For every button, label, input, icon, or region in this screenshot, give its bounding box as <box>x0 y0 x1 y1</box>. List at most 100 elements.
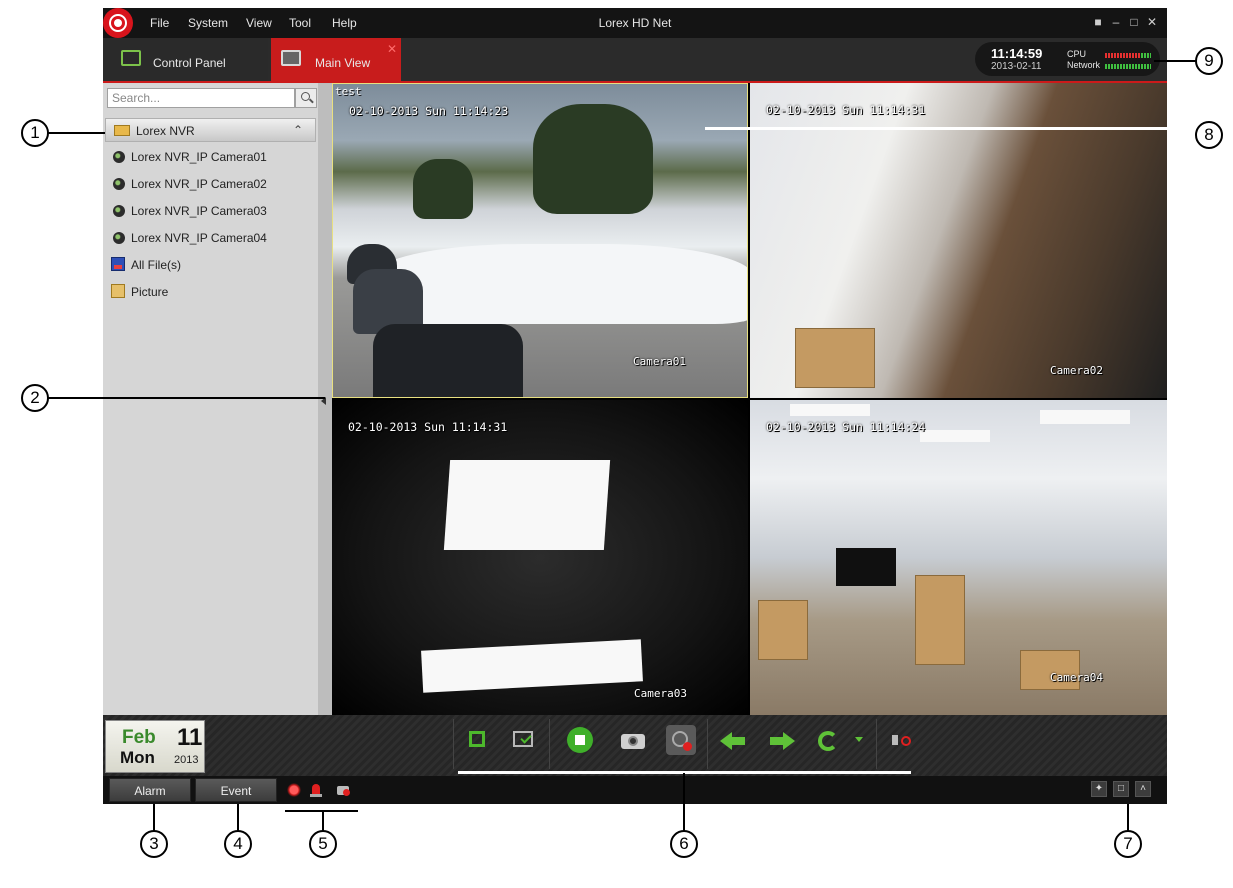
tile-timestamp: 02-10-2013 Sun 11:14:31 <box>348 420 508 434</box>
camera-icon <box>113 151 125 163</box>
camera-item-label: Lorex NVR_IP Camera01 <box>131 150 267 164</box>
callout-7: 7 <box>1114 830 1142 858</box>
camera-icon <box>113 178 125 190</box>
picture-item[interactable]: Picture <box>103 281 316 303</box>
video-tile-camera02[interactable]: 02-10-2013 Sun 11:14:31 Camera02 <box>750 83 1167 398</box>
callout-line <box>237 804 239 832</box>
snow-bank <box>373 244 747 324</box>
camera-item[interactable]: Lorex NVR_IP Camera02 <box>103 173 316 195</box>
cardboard-box <box>795 328 875 388</box>
tile-camera-name: Camera04 <box>1050 671 1103 684</box>
date-weekday: Mon <box>120 748 155 767</box>
search-icon[interactable] <box>295 88 317 108</box>
tab-bar: Control Panel Main View ✕ 11:14:59 2013-… <box>103 38 1167 83</box>
camera-item[interactable]: Lorex NVR_IP Camera03 <box>103 200 316 222</box>
date-widget[interactable]: Feb 11 Mon 2013 <box>105 720 205 773</box>
tab-control-panel-label: Control Panel <box>153 56 226 70</box>
tree-shape <box>413 159 473 219</box>
callout-line <box>47 397 325 399</box>
menu-view[interactable]: View <box>246 16 272 30</box>
cpu-meter <box>1105 53 1151 58</box>
control-panel-icon <box>121 50 141 66</box>
alarm-event-icon[interactable] <box>287 783 301 797</box>
callout-3: 3 <box>140 830 168 858</box>
title-bar: File System View Tool Help Lorex HD Net … <box>103 8 1167 38</box>
ceiling-light <box>790 404 870 416</box>
camera-icon <box>113 232 125 244</box>
capture-icon[interactable] <box>618 725 648 755</box>
tile-camera-name: Camera03 <box>634 687 687 700</box>
fullscreen-icon[interactable] <box>463 725 493 755</box>
pin-icon[interactable]: ✦ <box>1091 781 1107 797</box>
device-group-header[interactable]: Lorex NVR ⌃ <box>105 118 316 142</box>
chevron-down-icon[interactable] <box>855 737 863 742</box>
callout-line <box>1154 60 1197 62</box>
toolbar-divider <box>453 719 454 769</box>
cardboard-box <box>915 575 965 665</box>
maximize-icon[interactable]: □ <box>1127 15 1141 29</box>
previous-page-icon[interactable] <box>718 725 748 755</box>
menu-tool[interactable]: Tool <box>289 16 311 30</box>
callout-line <box>322 810 324 832</box>
tile-tag: test <box>335 85 362 98</box>
folder-icon <box>114 125 130 136</box>
callout-line <box>47 132 105 134</box>
camera-item[interactable]: Lorex NVR_IP Camera04 <box>103 227 316 249</box>
expand-icon[interactable]: ˄ <box>1135 781 1151 797</box>
chevron-up-icon[interactable]: ⌃ <box>293 123 303 137</box>
alarm-sound-icon[interactable] <box>309 783 323 797</box>
auto-switch-icon[interactable] <box>813 725 843 755</box>
callout-2: 2 <box>21 384 49 412</box>
minimize-icon[interactable]: – <box>1109 15 1123 29</box>
callout-1: 1 <box>21 119 49 147</box>
record-icon[interactable] <box>666 725 696 755</box>
video-tile-camera03[interactable]: 02-10-2013 Sun 11:14:31 Camera03 <box>332 400 748 715</box>
monitor-shape <box>836 548 896 586</box>
camera-item[interactable]: Lorex NVR_IP Camera01 <box>103 146 316 168</box>
video-tile-camera01[interactable]: test 02-10-2013 Sun 11:14:23 Camera01 <box>332 83 748 398</box>
all-files-item[interactable]: All File(s) <box>103 254 316 276</box>
tree-shape <box>533 104 653 214</box>
parked-car <box>373 324 523 397</box>
tile-camera-name: Camera01 <box>633 355 686 368</box>
menu-help[interactable]: Help <box>332 16 357 30</box>
alarm-popup-icon[interactable] <box>336 783 350 797</box>
date-month: Feb <box>122 727 156 748</box>
next-page-icon[interactable] <box>767 725 797 755</box>
tab-main-view[interactable]: Main View ✕ <box>271 38 401 81</box>
ceiling-light <box>1040 410 1130 424</box>
lorex-logo-icon[interactable] <box>103 8 133 38</box>
event-button[interactable]: Event <box>195 778 277 802</box>
camera-item-label: Lorex NVR_IP Camera04 <box>131 231 267 245</box>
restore-icon[interactable]: □ <box>1113 781 1129 797</box>
search-input[interactable] <box>107 88 295 108</box>
lock-icon[interactable]: ■ <box>1091 15 1105 29</box>
panel-collapse-bar[interactable] <box>318 83 332 715</box>
device-group-label: Lorex NVR <box>136 124 195 138</box>
callout-line <box>153 804 155 832</box>
tile-timestamp: 02-10-2013 Sun 11:14:24 <box>766 420 926 434</box>
tile-timestamp: 02-10-2013 Sun 11:14:23 <box>349 104 509 118</box>
menu-system[interactable]: System <box>188 16 228 30</box>
camera-item-label: Lorex NVR_IP Camera02 <box>131 177 267 191</box>
tab-control-panel[interactable]: Control Panel <box>103 38 268 81</box>
date-day: 11 <box>177 724 203 751</box>
toolbar-divider <box>876 719 877 769</box>
tab-close-icon[interactable]: ✕ <box>387 42 397 56</box>
all-files-label: All File(s) <box>131 258 181 272</box>
callout-6: 6 <box>670 830 698 858</box>
audio-mute-icon[interactable] <box>888 725 918 755</box>
network-label: Network <box>1067 60 1101 70</box>
menu-file[interactable]: File <box>150 16 169 30</box>
close-icon[interactable]: ✕ <box>1145 15 1159 29</box>
stop-all-icon[interactable] <box>567 727 593 753</box>
layout-icon[interactable] <box>508 725 538 755</box>
ceiling-light <box>421 639 643 693</box>
monitor-icon <box>281 50 301 66</box>
tile-camera-name: Camera02 <box>1050 364 1103 377</box>
ceiling-light <box>443 460 611 550</box>
callout-4: 4 <box>224 830 252 858</box>
video-tile-camera04[interactable]: 02-10-2013 Sun 11:14:24 Camera04 <box>750 400 1167 715</box>
date-year: 2013 <box>174 754 199 766</box>
alarm-button[interactable]: Alarm <box>109 778 191 802</box>
